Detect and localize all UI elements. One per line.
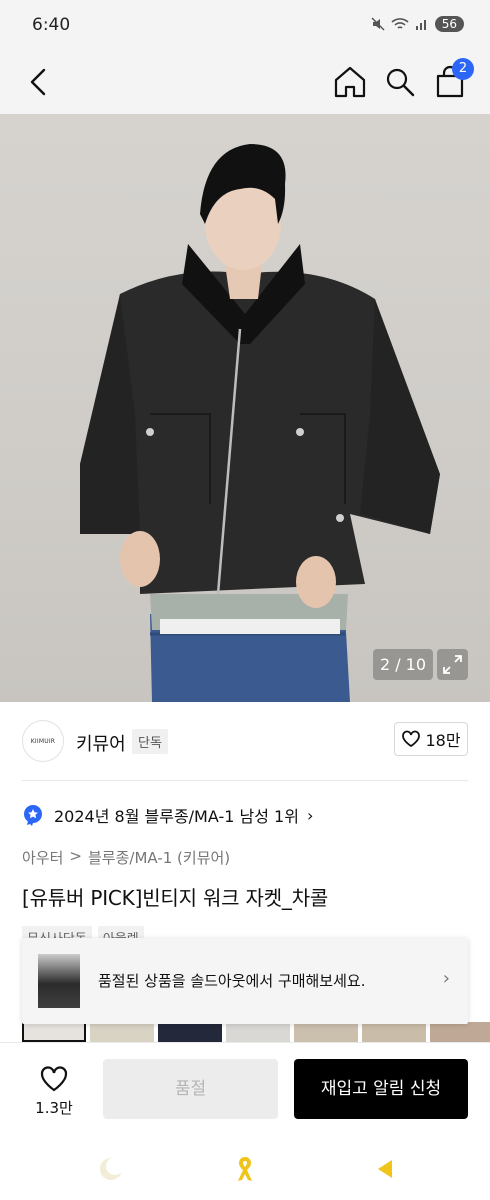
brand-name[interactable]: 키뮤어: [76, 730, 126, 756]
expand-image-button[interactable]: [437, 649, 468, 680]
wifi-icon: [391, 18, 409, 29]
divider: [22, 780, 468, 781]
ranking-text: 2024년 8월 블루종/MA-1 남성 1위: [54, 807, 299, 826]
cart-button[interactable]: 2: [430, 58, 474, 102]
breadcrumb-category[interactable]: 아우터: [22, 847, 63, 868]
moon-icon[interactable]: [96, 1154, 126, 1184]
heart-icon: [40, 1066, 68, 1092]
toast-product-thumbnail: [38, 954, 80, 1008]
back-triangle-icon[interactable]: [370, 1154, 400, 1184]
thumbnail-item[interactable]: [226, 1022, 290, 1042]
home-button[interactable]: [330, 62, 370, 102]
battery-indicator: 56: [434, 16, 464, 32]
thumbnail-item[interactable]: [294, 1022, 358, 1042]
product-title: [유튜버 PICK]빈티지 워크 자켓_차콜: [22, 886, 329, 910]
heart-icon: [402, 730, 421, 748]
ranking-badge-icon: [24, 805, 42, 826]
image-counter: 2 / 10: [373, 649, 433, 680]
ranking-link[interactable]: 2024년 8월 블루종/MA-1 남성 1위 ›: [22, 800, 313, 830]
wishlist-count: 1.3만: [35, 1099, 73, 1117]
brand-logo[interactable]: KIIMUIR: [22, 720, 64, 762]
chevron-left-icon: [30, 68, 46, 96]
status-time: 6:40: [32, 15, 71, 35]
soldout-button: 품절: [103, 1059, 278, 1119]
thumbnail-item[interactable]: [22, 1022, 86, 1042]
thumbnail-item[interactable]: [90, 1022, 154, 1042]
thumbnail-item[interactable]: [430, 1022, 490, 1042]
brand-like-count: 18만: [425, 731, 461, 750]
brand-row: KIIMUIR 키뮤어 단독 18만: [0, 716, 490, 768]
home-icon: [334, 66, 366, 98]
top-navigation: 2: [0, 52, 490, 114]
mute-icon: [371, 17, 385, 31]
search-button[interactable]: [380, 62, 420, 102]
expand-icon: [443, 655, 462, 674]
toast-message: 품절된 상품을 솔드아웃에서 구매해보세요.: [98, 972, 366, 990]
thumbnail-item[interactable]: [158, 1022, 222, 1042]
product-image[interactable]: [0, 114, 490, 702]
purchase-action-bar: 1.3만 품절 재입고 알림 신청: [0, 1042, 490, 1142]
system-navigation-bar: [0, 1142, 490, 1200]
back-button[interactable]: [22, 64, 58, 100]
ribbon-icon[interactable]: [230, 1154, 260, 1184]
wishlist-button[interactable]: 1.3만: [24, 1061, 84, 1121]
breadcrumb-separator: >: [69, 847, 82, 865]
signal-icon: [415, 20, 426, 30]
breadcrumb: 아우터 > 블루종/MA-1 (키뮤어): [22, 847, 230, 868]
breadcrumb-subcategory[interactable]: 블루종/MA-1 (키뮤어): [88, 847, 230, 868]
chevron-right-icon: ›: [442, 968, 450, 989]
chevron-right-icon: ›: [306, 805, 314, 825]
brand-like-button[interactable]: 18만: [394, 722, 468, 756]
soldout-toast[interactable]: 품절된 상품을 솔드아웃에서 구매해보세요. ›: [22, 938, 468, 1024]
product-photo-illustration: [80, 144, 440, 702]
restock-alert-button[interactable]: 재입고 알림 신청: [294, 1059, 468, 1119]
status-icons: 56: [371, 16, 464, 32]
exclusive-tag: 단독: [132, 729, 168, 754]
cart-count-badge: 2: [452, 58, 474, 80]
thumbnail-strip: [22, 1022, 490, 1042]
status-bar: 6:40 56: [0, 0, 490, 52]
thumbnail-item[interactable]: [362, 1022, 426, 1042]
search-icon: [386, 68, 415, 97]
